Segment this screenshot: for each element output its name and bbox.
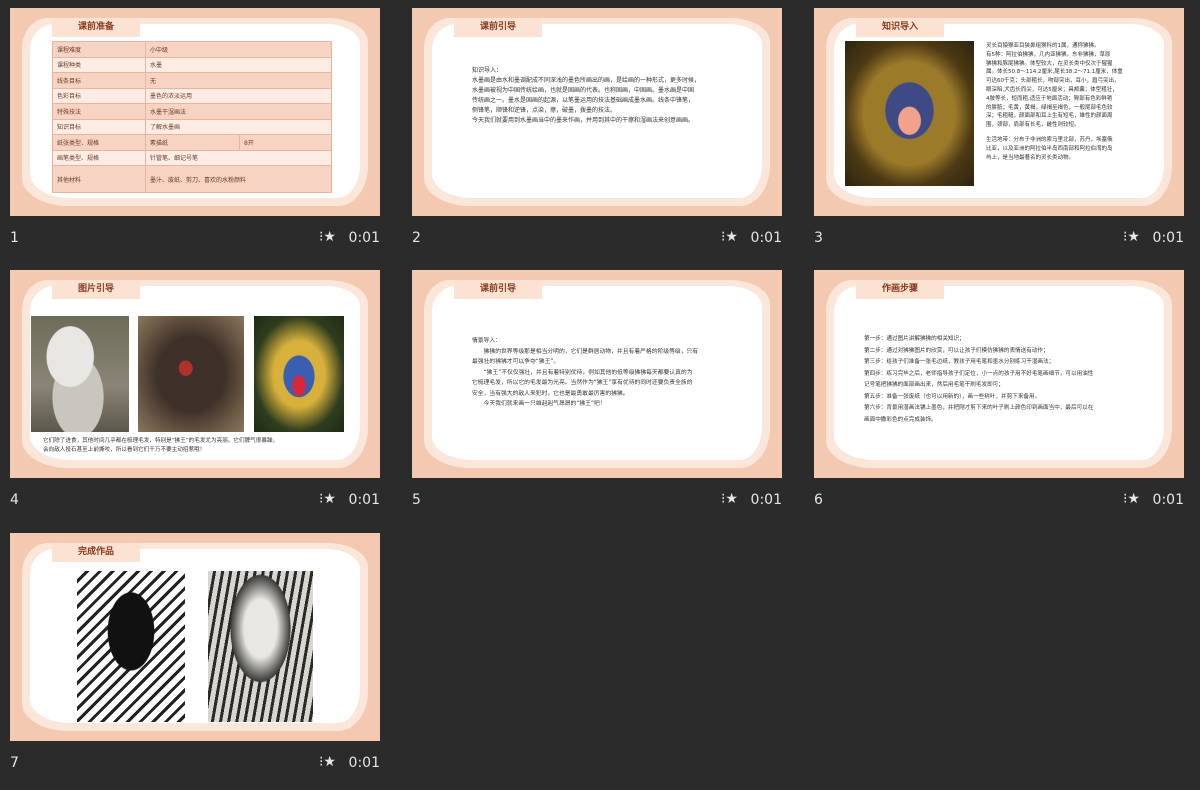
slide-4-thumbnail[interactable]: 图片引导 它们除了进食，其他时间几乎都在梳理毛发，特别是“狒王”的毛发尤为亮丽。…: [10, 270, 380, 478]
table-row: 其他材料 墨汁、废纸、剪刀、喜欢的水粉颜料: [52, 165, 332, 193]
slide-body-text: 知识导入： 水墨画是由水和墨调配成不同深浅的墨色所画出的画，是绘画的一种形式，更…: [472, 67, 701, 124]
slide-number: 4: [10, 492, 19, 508]
play-star-icon[interactable]: ⁝★: [319, 229, 336, 245]
mandrill-photo: [845, 41, 974, 186]
slide-number: 5: [412, 492, 421, 508]
table-row: 课程难度 小中级: [52, 41, 332, 58]
slide-3-thumbnail[interactable]: 知识导入 灵长目猿猴亚目狭鼻组猴科的1属，通称狒狒。 有5种：阿拉伯狒狒，几内亚…: [814, 8, 1184, 216]
slide-title: 课前准备: [52, 18, 140, 37]
grey-baboon-photo: [31, 316, 129, 432]
slide-body-text: 它们除了进食，其他时间几乎都在梳理毛发，特别是“狒王”的毛发尤为亮丽。它们脾气很…: [43, 438, 279, 453]
slide-title: 课前引导: [454, 280, 542, 299]
table-row: 特殊技法 水墨干湿画法: [52, 103, 332, 120]
slide-body-text: 灵长目猿猴亚目狭鼻组猴科的1属，通称狒狒。 有5种：阿拉伯狒狒，几内亚狒狒，东非…: [986, 43, 1123, 161]
slide-duration: 0:01: [1152, 492, 1184, 508]
slide-number: 7: [10, 755, 19, 771]
slide-number: 6: [814, 492, 823, 508]
play-star-icon[interactable]: ⁝★: [319, 754, 336, 770]
ink-painting-2: [208, 571, 313, 722]
slide-1-thumbnail[interactable]: 课前准备 课程难度 小中级 课程种类 水墨 线条目标无 色彩目标 墨色的浓淡运用 特殊…: [10, 8, 380, 216]
table-row: 纸张类型、规格 素描纸 8开: [52, 134, 332, 151]
mandrill-photo: [254, 316, 344, 432]
slide-body-text: 第一步：通过图片讲解狒狒的相关知识； 第二步：通过对狒狒图片的欣赏，可以让孩子们…: [864, 336, 1094, 423]
slide-body-text: 情景导入： 狒狒的世界等级那是相当分明的，它们是群居动物，并且有着严格的阶级等级…: [472, 338, 699, 407]
table-row: 知识目标 了解水墨画: [52, 118, 332, 135]
slide-5-thumbnail[interactable]: 课前引导 情景导入： 狒狒的世界等级那是相当分明的，它们是群居动物，并且有着严格…: [412, 270, 782, 478]
play-star-icon[interactable]: ⁝★: [1123, 229, 1140, 245]
slide-title: 作画步骤: [856, 280, 944, 299]
table-row: 色彩目标 墨色的浓淡运用: [52, 87, 332, 104]
play-star-icon[interactable]: ⁝★: [319, 491, 336, 507]
slide-duration: 0:01: [1152, 230, 1184, 246]
slide-title: 图片引导: [52, 280, 140, 299]
slide-7-thumbnail[interactable]: 完成作品: [10, 533, 380, 741]
play-star-icon[interactable]: ⁝★: [721, 491, 738, 507]
table-row: 画笔类型、规格 针管笔、细记号笔: [52, 149, 332, 166]
slide-number: 3: [814, 230, 823, 246]
slide-duration: 0:01: [348, 230, 380, 246]
slide-title: 课前引导: [454, 18, 542, 37]
slide-title: 完成作品: [52, 543, 140, 562]
slide-2-thumbnail[interactable]: 课前引导 知识导入： 水墨画是由水和墨调配成不同深浅的墨色所画出的画，是绘画的一…: [412, 8, 782, 216]
ink-painting-1: [77, 571, 185, 722]
slide-6-thumbnail[interactable]: 作画步骤 第一步：通过图片讲解狒狒的相关知识； 第二步：通过对狒狒图片的欣赏，可…: [814, 270, 1184, 478]
slide-number: 1: [10, 230, 19, 246]
course-table: 课程难度 小中级 课程种类 水墨 线条目标无 色彩目标 墨色的浓淡运用 特殊技法 水墨干…: [52, 41, 332, 193]
slide-duration: 0:01: [750, 230, 782, 246]
play-star-icon[interactable]: ⁝★: [1123, 491, 1140, 507]
slide-duration: 0:01: [348, 492, 380, 508]
slide-duration: 0:01: [348, 755, 380, 771]
slide-number: 2: [412, 230, 421, 246]
slide-duration: 0:01: [750, 492, 782, 508]
table-row: 课程种类 水墨: [52, 56, 332, 73]
dark-baboon-photo: [138, 316, 244, 432]
slide-title: 知识导入: [856, 18, 944, 37]
play-star-icon[interactable]: ⁝★: [721, 229, 738, 245]
table-row: 线条目标无: [52, 72, 332, 89]
